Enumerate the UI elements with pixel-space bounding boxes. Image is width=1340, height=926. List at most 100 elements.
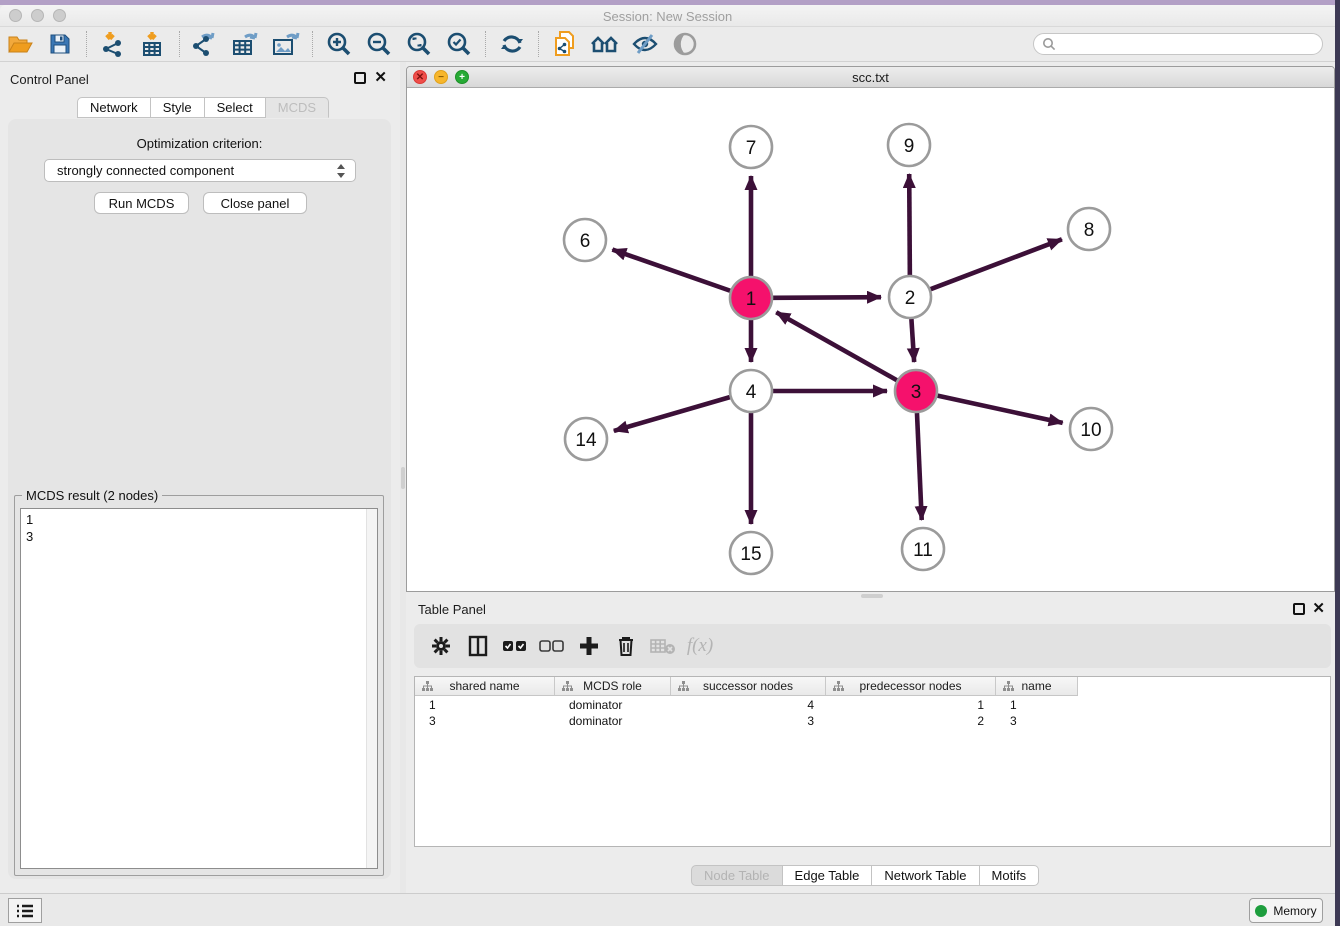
export-network-icon[interactable]: [189, 30, 223, 58]
mcds-result-title: MCDS result (2 nodes): [22, 488, 162, 503]
export-image-icon[interactable]: [269, 30, 303, 58]
duplicate-network-icon[interactable]: [548, 30, 582, 58]
toolbar-separator: [485, 31, 486, 57]
result-scrollbar[interactable]: [366, 509, 377, 868]
window-title: Session: New Session: [0, 9, 1335, 24]
zoom-selected-icon[interactable]: [442, 30, 476, 58]
tab-motifs[interactable]: Motifs: [980, 865, 1040, 886]
graph-node-label: 11: [913, 540, 933, 561]
float-panel-icon[interactable]: [354, 72, 366, 84]
tab-network[interactable]: Network: [77, 97, 151, 118]
float-panel-icon[interactable]: [1293, 603, 1305, 615]
graph-node-label: 7: [746, 138, 757, 159]
table-cell[interactable]: 1: [415, 698, 555, 712]
graph-edge[interactable]: [937, 396, 1062, 423]
close-panel-icon[interactable]: ✕: [1312, 603, 1325, 615]
delete-table-icon[interactable]: [648, 632, 678, 660]
table-row[interactable]: 1dominator411: [415, 697, 1330, 713]
mcds-tab-content: Optimization criterion: strongly connect…: [8, 119, 391, 879]
show-all-networks-icon[interactable]: [588, 30, 622, 58]
table-cell[interactable]: dominator: [555, 698, 671, 712]
splitter-handle[interactable]: [401, 467, 405, 489]
tab-select[interactable]: Select: [205, 97, 266, 118]
column-header-MCDS-role[interactable]: MCDS role: [555, 677, 671, 695]
select-all-columns-icon[interactable]: [500, 632, 530, 660]
deselect-all-columns-icon[interactable]: [537, 632, 567, 660]
search-icon: [1042, 37, 1056, 51]
network-canvas-svg[interactable]: 7968124314101511: [407, 88, 1334, 591]
tab-node-table[interactable]: Node Table: [691, 865, 783, 886]
table-cell[interactable]: 2: [826, 714, 996, 728]
graph-node-label: 9: [904, 136, 915, 157]
horizontal-splitter[interactable]: [406, 592, 1335, 600]
zoom-fit-icon[interactable]: [402, 30, 436, 58]
column-header-name[interactable]: name: [996, 677, 1078, 695]
mcds-result-textarea[interactable]: 1 3: [20, 508, 378, 869]
tab-style[interactable]: Style: [151, 97, 205, 118]
graph-edge[interactable]: [612, 250, 730, 291]
desktop-wallpaper-right: [1335, 0, 1340, 926]
import-table-icon[interactable]: [136, 30, 170, 58]
column-header-predecessor-nodes[interactable]: predecessor nodes: [826, 677, 996, 695]
task-history-button[interactable]: [8, 898, 42, 923]
search-box[interactable]: [1033, 33, 1323, 55]
table-cell[interactable]: 4: [671, 698, 826, 712]
table-panel: Table Panel ✕ f(x) shared nameMCDS roles…: [406, 600, 1335, 893]
control-panel-title: Control Panel: [10, 72, 89, 87]
selected-option: strongly connected component: [57, 163, 234, 178]
save-session-icon[interactable]: [43, 30, 77, 58]
column-header-successor-nodes[interactable]: successor nodes: [671, 677, 826, 695]
splitter-handle[interactable]: [861, 594, 883, 598]
graph-edge[interactable]: [614, 397, 730, 431]
optimization-criterion-select[interactable]: strongly connected component: [44, 159, 356, 182]
graph-node-label: 10: [1080, 420, 1101, 441]
table-cell[interactable]: 3: [671, 714, 826, 728]
mcds-result-group: MCDS result (2 nodes) 1 3: [14, 495, 384, 876]
function-builder-icon[interactable]: f(x): [685, 632, 715, 660]
table-cell[interactable]: 1: [996, 698, 1078, 712]
graph-edge[interactable]: [911, 319, 914, 362]
toolbar-separator: [86, 31, 87, 57]
zoom-out-icon[interactable]: [362, 30, 396, 58]
graph-node-label: 15: [740, 544, 761, 565]
search-input[interactable]: [1056, 35, 1322, 53]
toolbar-separator: [179, 31, 180, 57]
create-column-icon[interactable]: [574, 632, 604, 660]
network-window-titlebar[interactable]: ✕ − + scc.txt: [407, 67, 1334, 88]
export-table-icon[interactable]: [229, 30, 263, 58]
graph-edge[interactable]: [909, 174, 910, 275]
node-table[interactable]: shared nameMCDS rolesuccessor nodesprede…: [414, 676, 1331, 847]
graph-node-label: 2: [905, 288, 916, 309]
graph-edge[interactable]: [917, 413, 922, 520]
memory-button[interactable]: Memory: [1249, 898, 1323, 923]
toolbar-separator: [312, 31, 313, 57]
table-cell[interactable]: dominator: [555, 714, 671, 728]
delete-column-trash-icon[interactable]: [611, 632, 641, 660]
table-row[interactable]: 3dominator323: [415, 713, 1330, 729]
run-mcds-button[interactable]: Run MCDS: [94, 192, 189, 214]
close-panel-button[interactable]: Close panel: [203, 192, 307, 214]
apply-layout-icon[interactable]: [495, 30, 529, 58]
graph-edge[interactable]: [773, 297, 881, 298]
column-header-shared-name[interactable]: shared name: [415, 677, 555, 695]
tab-mcds[interactable]: MCDS: [266, 97, 329, 118]
table-cell[interactable]: 3: [415, 714, 555, 728]
memory-status-icon: [1255, 905, 1267, 917]
graph-node-label: 3: [911, 382, 922, 403]
birds-eye-view-icon[interactable]: [668, 30, 702, 58]
graph-edge[interactable]: [931, 239, 1062, 289]
graph-node-label: 6: [580, 231, 591, 252]
show-column-panel-icon[interactable]: [463, 632, 493, 660]
table-cell[interactable]: 3: [996, 714, 1078, 728]
close-panel-icon[interactable]: ✕: [374, 72, 387, 84]
open-session-icon[interactable]: [3, 30, 37, 58]
table-options-gear-icon[interactable]: [426, 632, 456, 660]
graph-edge[interactable]: [776, 312, 897, 380]
hide-others-icon[interactable]: [628, 30, 662, 58]
tab-network-table[interactable]: Network Table: [872, 865, 979, 886]
tab-edge-table[interactable]: Edge Table: [783, 865, 873, 886]
zoom-in-icon[interactable]: [322, 30, 356, 58]
table-cell[interactable]: 1: [826, 698, 996, 712]
import-network-icon[interactable]: [96, 30, 130, 58]
table-toolbar: f(x): [414, 624, 1331, 668]
